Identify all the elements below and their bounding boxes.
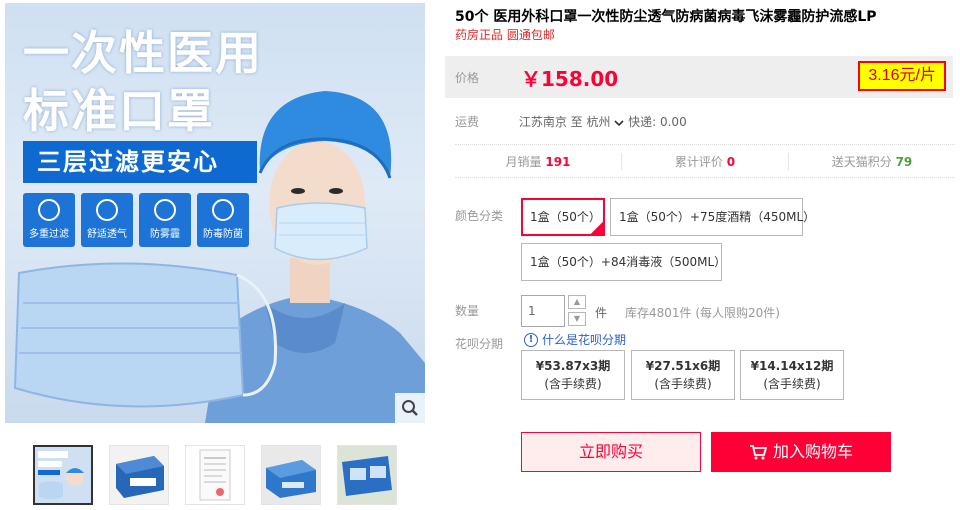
- shipping-route[interactable]: 江苏南京 至 杭州: [519, 115, 611, 129]
- thumbnail-strip: [33, 445, 397, 505]
- shipping-label: 运费: [455, 115, 480, 129]
- huabei-label: 花呗分期: [455, 337, 504, 351]
- stat-monthly-sales: 月销量 191: [505, 154, 571, 169]
- reviews-count: 0: [726, 154, 736, 169]
- buy-now-button[interactable]: 立即购买: [521, 432, 701, 472]
- zoom-button[interactable]: [395, 393, 425, 423]
- sku-option-1[interactable]: 1盒（50个）: [521, 198, 605, 236]
- thumbnail-1[interactable]: [33, 445, 93, 505]
- feature-badge: 防雾霾: [139, 193, 191, 247]
- info-icon: !: [524, 332, 538, 347]
- installment-option-3[interactable]: ¥53.87x3期 (含手续费): [521, 350, 625, 400]
- airflow-icon: [96, 199, 118, 221]
- quantity-increase-button[interactable]: ▲: [568, 295, 586, 309]
- price-value: ￥158.00: [521, 67, 619, 91]
- quantity-decrease-button[interactable]: ▼: [568, 312, 586, 326]
- chevron-down-icon[interactable]: [614, 119, 624, 127]
- thumbnail-5[interactable]: [337, 445, 397, 505]
- headline-ribbon: 三层过滤更安心: [23, 141, 257, 183]
- quantity-input[interactable]: [521, 295, 565, 327]
- sales-stats: 月销量 191 累计评价 0 送天猫积分 79: [455, 144, 955, 178]
- headline-line-1: 一次性医用: [23, 26, 263, 80]
- main-product-image[interactable]: 一次性医用 标准口罩 三层过滤更安心 多重过滤 舒适透气 防雾霾 防毒防菌: [5, 3, 425, 423]
- price-label: 价格: [455, 71, 480, 85]
- cart-icon: [749, 445, 767, 460]
- shipping-fee: 快递: 0.00: [628, 115, 687, 129]
- product-subtitle: 药房正品 圆通包邮: [455, 28, 555, 42]
- thumbnail-4[interactable]: [261, 445, 321, 505]
- thumbnail-2[interactable]: [109, 445, 169, 505]
- quantity-unit: 件: [595, 306, 608, 320]
- virus-icon: [212, 199, 234, 221]
- price-panel: 价格 ￥158.00 3.16元/片: [445, 56, 953, 98]
- selected-check-icon: [591, 222, 603, 234]
- stat-reviews[interactable]: 累计评价 0: [621, 152, 788, 170]
- shipping-row: 运费 江苏南京 至 杭州 快递: 0.00: [455, 113, 687, 130]
- feature-badge: 防毒防菌: [197, 193, 249, 247]
- sku-label: 颜色分类: [455, 209, 504, 223]
- stock-info: 库存4801件 (每人限购20件): [625, 306, 780, 320]
- feature-badge: 舒适透气: [81, 193, 133, 247]
- installment-option-6[interactable]: ¥27.51x6期 (含手续费): [631, 350, 735, 400]
- shield-icon: [38, 199, 60, 221]
- feature-badge: 多重过滤: [23, 193, 75, 247]
- points-count: 79: [895, 154, 913, 169]
- quantity-label: 数量: [455, 304, 480, 318]
- sku-option-3[interactable]: 1盒（50个）+84消毒液（500ML）: [521, 243, 726, 281]
- unit-price-badge: 3.16元/片: [858, 61, 946, 91]
- huabei-help-link[interactable]: ! 什么是花呗分期: [524, 331, 626, 348]
- sku-option-2[interactable]: 1盒（50个）+75度酒精（450ML）: [610, 198, 815, 236]
- add-to-cart-button[interactable]: 加入购物车: [711, 432, 891, 472]
- installment-option-12[interactable]: ¥14.14x12期 (含手续费): [740, 350, 844, 400]
- headline-line-2: 标准口罩: [23, 84, 215, 138]
- smile-face-icon: [154, 199, 176, 221]
- product-title: 50个 医用外科口罩一次性防尘透气防病菌病毒飞沫雾霾防护流感LP: [455, 9, 877, 25]
- search-icon: [402, 400, 418, 416]
- thumbnail-3[interactable]: [185, 445, 245, 505]
- feature-badges: 多重过滤 舒适透气 防雾霾 防毒防菌: [23, 193, 249, 247]
- monthly-sales-count: 191: [545, 154, 571, 169]
- stat-points: 送天猫积分 79: [788, 152, 955, 170]
